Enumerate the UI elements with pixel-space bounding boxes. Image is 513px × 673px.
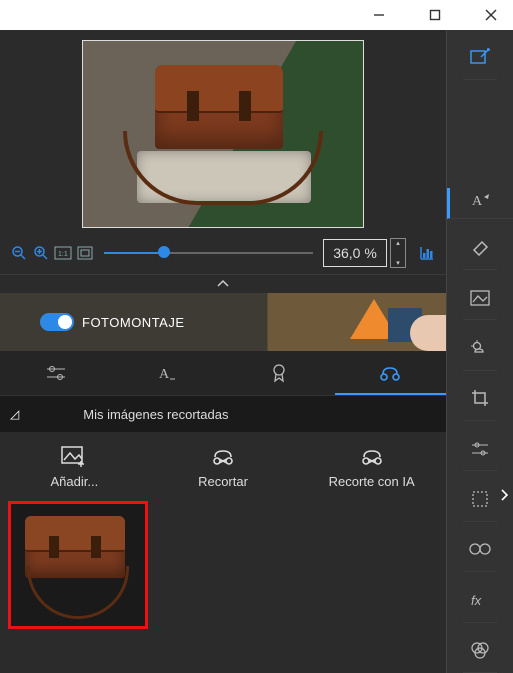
window-titlebar xyxy=(0,0,513,30)
tab-sliders[interactable] xyxy=(0,351,112,395)
background-tool-icon[interactable] xyxy=(463,282,497,320)
adjust-tool-icon[interactable] xyxy=(463,433,497,471)
eraser-tool-icon[interactable] xyxy=(463,231,497,269)
collapse-panel-button[interactable] xyxy=(0,274,446,293)
work-area: 1:1 36,0 % ▴▾ xyxy=(0,30,446,673)
add-image-icon xyxy=(61,444,87,470)
color-tool-icon[interactable] xyxy=(463,635,497,673)
zoom-actual-icon[interactable]: 1:1 xyxy=(54,244,72,262)
add-image-label: Añadir... xyxy=(50,474,98,489)
histogram-icon[interactable] xyxy=(418,244,436,262)
image-preview[interactable] xyxy=(82,40,364,228)
zoom-stepper[interactable]: ▴▾ xyxy=(390,238,406,268)
compose-tool-icon[interactable] xyxy=(463,42,497,80)
cutout-thumbnail-selected[interactable] xyxy=(8,501,148,629)
ai-crop-label: Recorte con IA xyxy=(329,474,415,489)
cutout-thumbnails xyxy=(0,493,446,637)
zoom-value-field[interactable]: 36,0 % xyxy=(323,239,387,267)
zoom-in-icon[interactable] xyxy=(32,244,50,262)
glasses-tool-icon[interactable] xyxy=(463,534,497,572)
svg-text:fx: fx xyxy=(471,593,482,608)
photomontage-toggle[interactable] xyxy=(40,313,74,331)
tab-text[interactable]: A xyxy=(112,351,224,395)
section-title: Mis imágenes recortadas xyxy=(83,407,436,422)
tool-tabs: A xyxy=(0,351,446,396)
photomontage-banner: FOTOMONTAJE xyxy=(0,293,446,351)
svg-text:A: A xyxy=(472,194,483,209)
tab-cutout[interactable] xyxy=(335,351,447,395)
expand-sidebar-button[interactable] xyxy=(495,480,513,510)
sky-tool-icon[interactable] xyxy=(463,332,497,370)
recrop-label: Recortar xyxy=(198,474,248,489)
section-header[interactable]: ◿ Mis imágenes recortadas xyxy=(0,396,446,432)
zoom-fit-icon[interactable] xyxy=(76,244,94,262)
tab-badge[interactable] xyxy=(223,351,335,395)
cutout-actions: Añadir... Recortar Recorte con IA xyxy=(0,432,446,493)
ai-crop-button[interactable]: Recorte con IA xyxy=(297,444,446,489)
add-image-button[interactable]: Añadir... xyxy=(0,444,149,489)
zoom-bar: 1:1 36,0 % ▴▾ xyxy=(0,232,446,274)
ai-scissors-icon xyxy=(359,444,385,470)
window-maximize-button[interactable] xyxy=(421,1,449,29)
collapse-arrow-icon: ◿ xyxy=(10,407,19,421)
recrop-button[interactable]: Recortar xyxy=(149,444,298,489)
crop-tool-icon[interactable] xyxy=(463,383,497,421)
window-close-button[interactable] xyxy=(477,1,505,29)
zoom-value-text: 36,0 % xyxy=(333,245,377,261)
photomontage-label: FOTOMONTAJE xyxy=(82,315,185,330)
banner-hand-icon xyxy=(410,315,446,351)
fx-tool-icon[interactable]: fx xyxy=(463,584,497,622)
svg-text:A: A xyxy=(159,367,170,382)
window-minimize-button[interactable] xyxy=(365,1,393,29)
zoom-slider[interactable] xyxy=(104,251,313,255)
text-tool-icon[interactable]: A xyxy=(447,188,513,220)
scissors-cloud-icon xyxy=(210,444,236,470)
svg-text:1:1: 1:1 xyxy=(58,251,68,258)
zoom-out-icon[interactable] xyxy=(10,244,28,262)
select-tool-icon[interactable] xyxy=(463,483,497,521)
right-toolbar: A fx xyxy=(446,30,513,673)
